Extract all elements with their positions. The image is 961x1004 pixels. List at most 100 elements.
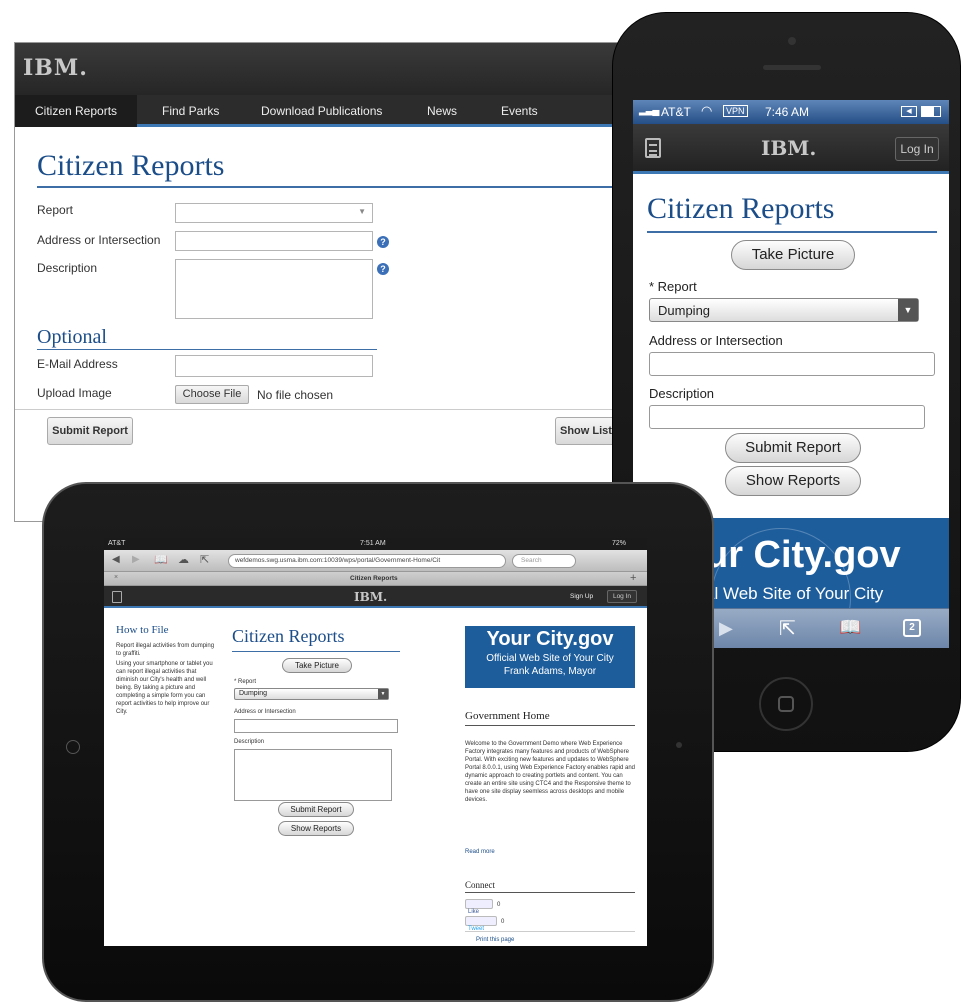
ibm-logo[interactable]: IBM. [354,590,387,604]
address-label: Address or Intersection [234,709,296,715]
report-select[interactable]: Dumping ▼ [234,688,389,700]
address-input[interactable] [175,231,373,251]
how-to-file-heading: How to File [116,624,169,636]
tablet-status-bar: AT&T 7:51 AM 72% [104,538,647,550]
banner-title: ur City.gov [705,534,901,576]
help-icon[interactable]: ? [377,236,389,248]
nav-citizen-reports[interactable]: Citizen Reports [15,95,137,127]
nav-find-parks[interactable]: Find Parks [162,95,219,127]
home-button[interactable] [759,677,813,731]
page-title: Citizen Reports [37,149,225,182]
title-divider [37,186,623,188]
email-input[interactable] [175,355,373,377]
back-icon[interactable]: ◀ [112,554,120,565]
report-select-value: Dumping [658,303,711,318]
description-label: Description [649,386,715,401]
show-reports-button[interactable]: Show Reports [278,821,354,836]
report-label: * Report [234,679,257,685]
description-label: Description [37,261,98,275]
report-select-value: Dumping [239,690,268,697]
submit-report-button[interactable]: Submit Report [725,433,861,463]
login-button[interactable]: Log In [895,137,939,161]
email-label: E-Mail Address [37,357,118,371]
login-button[interactable]: Log In [607,590,637,603]
battery-text: 72% [612,540,627,547]
clock-text: 7:51 AM [360,540,386,547]
close-tab-icon[interactable]: × [114,574,118,581]
home-icon [778,696,794,712]
ibm-logo[interactable]: IBM. [23,55,88,81]
address-label: Address or Intersection [649,333,783,348]
section-divider [465,725,635,726]
submit-report-button[interactable]: Submit Report [47,417,133,445]
address-input[interactable] [234,719,398,733]
chevron-down-icon: ▼ [898,299,918,321]
forward-icon[interactable]: ▶ [132,554,140,565]
how-to-file-intro: Report illegal activities from dumping t… [116,643,215,657]
address-label: Address or Intersection [37,233,161,247]
how-to-file-text: Using your smartphone or tablet you can … [116,661,213,715]
chevron-down-icon: ▼ [358,207,366,216]
read-more-link[interactable]: Read more [465,848,495,856]
tabs-icon[interactable]: 2 [903,619,921,637]
facebook-like-button[interactable]: Like [465,899,493,915]
nav-download-publications[interactable]: Download Publications [261,95,382,127]
sign-up-link[interactable]: Sign Up [570,593,593,600]
nav-news[interactable]: News [427,95,457,127]
city-banner: Your City.gov Official Web Site of Your … [465,626,635,688]
search-field[interactable]: Search [512,554,576,568]
description-label: Description [234,739,265,745]
form-divider [15,409,623,410]
description-textarea[interactable] [234,749,392,801]
description-input[interactable] [649,405,925,429]
address-input[interactable] [649,352,935,376]
menu-icon[interactable] [645,138,661,158]
government-home-text: Welcome to the Government Demo where Web… [465,741,635,803]
icloud-icon[interactable]: ☁ [178,553,189,566]
url-field[interactable]: wefdemos.swg.usma.ibm.com:10039/wps/port… [228,554,506,568]
bookmarks-icon[interactable]: 📖 [154,553,168,566]
page-title: Citizen Reports [232,626,345,646]
menu-icon[interactable] [112,591,122,603]
page-title: Citizen Reports [647,192,835,225]
nav-events[interactable]: Events [501,95,538,127]
choose-file-button[interactable]: Choose File [175,385,249,404]
tweet-button[interactable]: Tweet [465,916,497,932]
show-reports-button[interactable]: Show Reports [725,466,861,496]
government-home-heading: Government Home [465,710,550,722]
desktop-nav: Citizen Reports Find Parks Download Publ… [15,95,623,127]
print-link[interactable]: Print this page [476,936,514,944]
camera-icon [788,37,796,45]
browser-tab-bar: × Citizen Reports + [104,572,647,586]
carrier-text: AT&T [108,540,126,547]
tweet-count: 0 [501,919,505,925]
take-picture-button[interactable]: Take Picture [731,240,855,270]
print-divider [465,931,635,932]
take-picture-button[interactable]: Take Picture [282,658,352,673]
ibm-logo[interactable]: IBM. [761,136,816,160]
report-select[interactable]: ▼ [175,203,373,223]
description-textarea[interactable] [175,259,373,319]
title-divider [647,231,937,233]
share-icon[interactable]: ⇱ [200,553,209,566]
site-header: IBM. Sign Up Log In [104,586,647,608]
wifi-icon: ◠ [701,103,713,118]
clock-text: 7:46 AM [765,105,810,119]
browser-toolbar: ◀ ▶ 📖 ☁ ⇱ wefdemos.swg.usma.ibm.com:1003… [104,550,647,572]
phone-status-bar: ▂▃▄ AT&T ◠ VPN 7:46 AM ◀ [633,100,949,124]
location-icon: ◀ [901,106,917,117]
share-icon[interactable]: ⇱ [779,616,796,641]
vpn-badge: VPN [723,105,748,117]
forward-icon[interactable]: ▶ [719,618,733,639]
report-select[interactable]: Dumping ▼ [649,298,919,322]
chevron-down-icon: ▼ [378,689,388,699]
tab-title[interactable]: Citizen Reports [350,575,398,582]
url-text: wefdemos.swg.usma.ibm.com:10039/wps/port… [235,557,441,564]
camera-icon [66,740,80,754]
submit-report-button[interactable]: Submit Report [278,802,354,817]
speaker-grille [763,65,821,70]
new-tab-icon[interactable]: + [630,572,636,584]
battery-icon [921,106,941,117]
bookmarks-icon[interactable]: 📖 [839,617,861,638]
help-icon[interactable]: ? [377,263,389,275]
